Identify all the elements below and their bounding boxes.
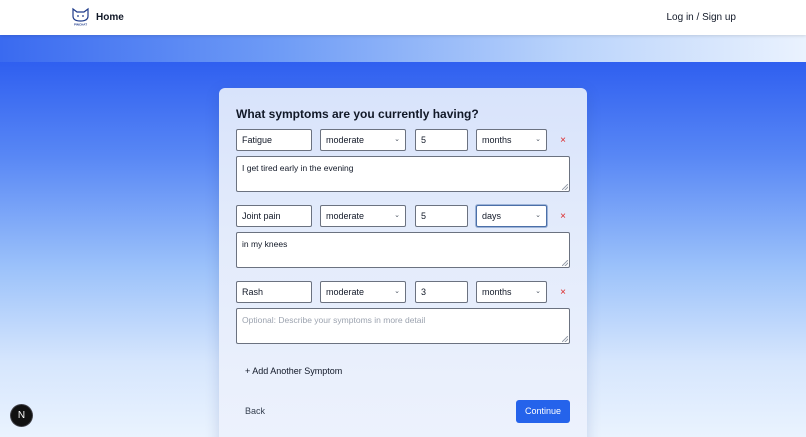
duration-input[interactable]: 5	[415, 205, 468, 227]
symptom-name-input[interactable]: Joint pain	[236, 205, 312, 227]
symptom-description-textarea[interactable]: I get tired early in the evening	[236, 156, 570, 192]
chevron-down-icon: ⌄	[394, 212, 400, 219]
logo-text: PINCHAT	[74, 23, 87, 27]
chevron-down-icon: ⌄	[394, 288, 400, 295]
symptom-form-card: What symptoms are you currently having? …	[219, 88, 587, 437]
severity-value: moderate	[326, 135, 365, 145]
home-link[interactable]: Home	[96, 12, 124, 23]
resize-grip-icon[interactable]	[562, 184, 568, 190]
duration-unit-select[interactable]: months ⌄	[476, 129, 547, 151]
duration-unit-select[interactable]: months ⌄	[476, 281, 547, 303]
chevron-down-icon: ⌄	[535, 212, 541, 219]
hero-band	[0, 35, 806, 62]
symptom-description-textarea[interactable]: in my knees	[236, 232, 570, 268]
login-signup-link[interactable]: Log in / Sign up	[667, 12, 737, 23]
severity-value: moderate	[326, 211, 365, 221]
duration-input[interactable]: 3	[415, 281, 468, 303]
cat-logo-icon[interactable]: PINCHAT	[71, 7, 90, 27]
severity-select[interactable]: moderate ⌄	[320, 281, 406, 303]
duration-input[interactable]: 5	[415, 129, 468, 151]
duration-unit-value: months	[482, 135, 512, 145]
duration-unit-value: months	[482, 287, 512, 297]
chevron-down-icon: ⌄	[535, 136, 541, 143]
severity-value: moderate	[326, 287, 365, 297]
chevron-down-icon: ⌄	[535, 288, 541, 295]
description-placeholder: Optional: Describe your symptoms in more…	[242, 315, 426, 325]
remove-symptom-icon[interactable]: ×	[558, 136, 568, 146]
resize-grip-icon[interactable]	[562, 260, 568, 266]
navbar: PINCHAT Home Log in / Sign up	[0, 0, 806, 35]
continue-button[interactable]: Continue	[516, 400, 570, 423]
symptom-name-input[interactable]: Fatigue	[236, 129, 312, 151]
remove-symptom-icon[interactable]: ×	[558, 212, 568, 222]
chevron-down-icon: ⌄	[394, 136, 400, 143]
severity-select[interactable]: moderate ⌄	[320, 129, 406, 151]
description-text: I get tired early in the evening	[242, 163, 354, 173]
form-title: What symptoms are you currently having?	[236, 107, 479, 121]
resize-grip-icon[interactable]	[562, 336, 568, 342]
symptom-name-input[interactable]: Rash	[236, 281, 312, 303]
add-symptom-button[interactable]: + Add Another Symptom	[245, 366, 342, 376]
duration-unit-value: days	[482, 211, 502, 221]
back-button[interactable]: Back	[245, 406, 265, 416]
duration-unit-select[interactable]: days ⌄	[476, 205, 547, 227]
remove-symptom-icon[interactable]: ×	[558, 288, 568, 298]
symptom-description-textarea[interactable]: Optional: Describe your symptoms in more…	[236, 308, 570, 344]
nextjs-icon[interactable]: N	[11, 405, 32, 426]
description-text: in my knees	[242, 239, 288, 249]
severity-select[interactable]: moderate ⌄	[320, 205, 406, 227]
